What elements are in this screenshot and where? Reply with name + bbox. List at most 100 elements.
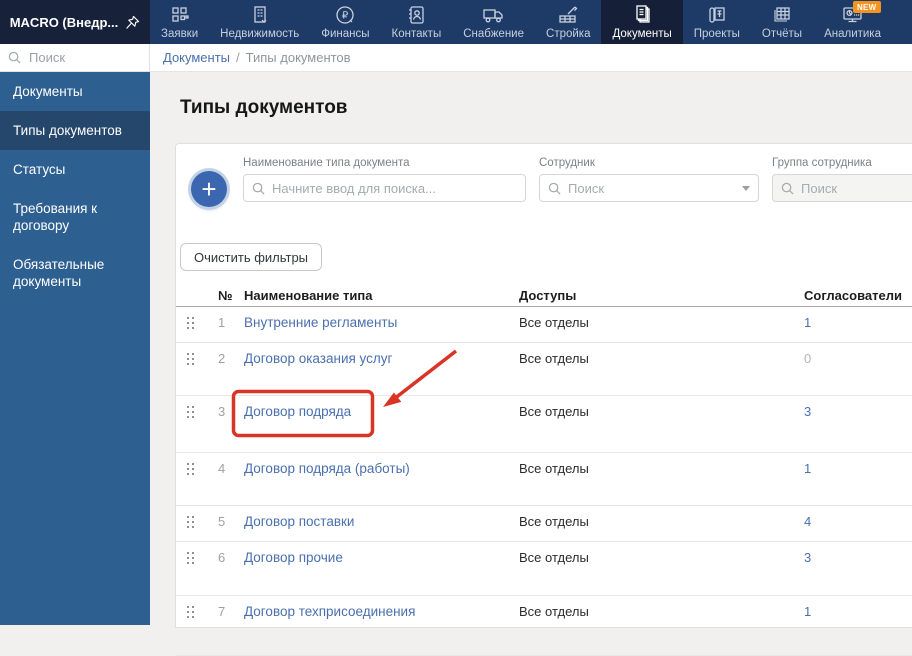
filter-name-inputbox xyxy=(243,174,526,202)
filter-employee-select xyxy=(539,174,759,202)
analytics-icon: NEW xyxy=(841,1,881,27)
approvers-count[interactable]: 1 xyxy=(804,315,912,330)
access-value: Все отделы xyxy=(519,461,589,476)
table-header: № Наименование типа Доступы Согласовател… xyxy=(176,284,912,307)
drag-handle-icon[interactable] xyxy=(184,604,218,623)
nav-item-proekty[interactable]: Проекты xyxy=(683,0,751,44)
blueprint-icon xyxy=(706,3,728,27)
search-icon xyxy=(548,182,561,195)
app-brand[interactable]: MACRO (Внедр... xyxy=(0,0,150,44)
nav-label: Финансы xyxy=(321,28,370,40)
drag-handle-icon[interactable] xyxy=(184,550,218,569)
content-card: + Наименование типа документа Сотрудник … xyxy=(175,143,912,656)
breadcrumb-separator: / xyxy=(236,50,240,65)
trowel-icon xyxy=(557,3,579,27)
main-nav: Заявки Недвижимость ₽ Финансы Контакты С… xyxy=(150,0,892,44)
sidebar-item-obyazatelnye[interactable]: Обязательные документы xyxy=(0,245,150,301)
sidebar-item-trebovaniya[interactable]: Требования к договору xyxy=(0,189,150,245)
new-badge: NEW xyxy=(852,1,881,13)
filter-bar: + Наименование типа документа Сотрудник … xyxy=(176,144,912,207)
table-row: 6 Договор прочие Все отделы 3 xyxy=(176,542,912,596)
row-number: 4 xyxy=(218,461,226,476)
sidebar-item-tipy-dokumentov[interactable]: Типы документов xyxy=(0,111,150,150)
type-name-link[interactable]: Договор подряда (работы) xyxy=(244,461,519,476)
approvers-count[interactable]: 0 xyxy=(804,351,912,366)
drag-handle-icon[interactable] xyxy=(184,514,218,533)
table-row: 7 Договор техприсоединения Все отделы 1 xyxy=(176,596,912,656)
access-value: Все отделы xyxy=(519,351,589,366)
nav-item-otchety[interactable]: Отчёты xyxy=(751,0,813,44)
row-number: 5 xyxy=(218,514,226,529)
nav-label: Недвижимость xyxy=(220,28,300,40)
table-row: 1 Внутренние регламенты Все отделы 1 xyxy=(176,307,912,343)
nav-label: Снабжение xyxy=(463,28,525,40)
nav-label: Аналитика xyxy=(824,28,881,40)
nav-label: Контакты xyxy=(391,28,442,40)
approvers-count[interactable]: 4 xyxy=(804,514,912,529)
filter-employee-input[interactable] xyxy=(568,180,735,196)
nav-item-zayavki[interactable]: Заявки xyxy=(150,0,209,44)
filter-group: Группа сотрудника xyxy=(772,157,912,202)
access-value: Все отделы xyxy=(519,404,589,419)
drag-handle-icon[interactable] xyxy=(184,461,218,480)
filter-employee: Сотрудник xyxy=(539,157,759,202)
type-name-link[interactable]: Договор подряда xyxy=(244,404,519,419)
access-value: Все отделы xyxy=(519,604,589,619)
clear-filters-button[interactable]: Очистить фильтры xyxy=(180,243,323,271)
type-name-link[interactable]: Договор поставки xyxy=(244,514,519,529)
approvers-count[interactable]: 3 xyxy=(804,550,912,565)
svg-text:₽: ₽ xyxy=(342,11,349,22)
table-row: 5 Договор поставки Все отделы 4 xyxy=(176,506,912,542)
search-icon xyxy=(781,182,794,195)
drag-handle-icon[interactable] xyxy=(184,351,218,370)
search-icon xyxy=(8,51,21,64)
nav-item-finansy[interactable]: ₽ Финансы xyxy=(310,0,380,44)
doc-types-table: № Наименование типа Доступы Согласовател… xyxy=(176,284,912,656)
type-name-link[interactable]: Внутренние регламенты xyxy=(244,315,519,330)
sidebar-item-dokumenty[interactable]: Документы xyxy=(0,72,150,111)
approvers-count[interactable]: 1 xyxy=(804,461,912,476)
nav-label: Документы xyxy=(612,28,672,40)
nav-item-stroyka[interactable]: Стройка xyxy=(535,0,601,44)
top-bar: MACRO (Внедр... Заявки Недвижимость ₽ Фи… xyxy=(0,0,912,44)
row-number: 3 xyxy=(218,404,226,419)
access-value: Все отделы xyxy=(519,514,589,529)
filter-group-input[interactable] xyxy=(801,180,912,196)
breadcrumb-link[interactable]: Документы xyxy=(163,50,230,65)
sidebar-search xyxy=(0,44,150,72)
nav-item-analitika[interactable]: NEW Аналитика xyxy=(813,0,892,44)
type-name-link[interactable]: Договор оказания услуг xyxy=(244,351,519,366)
nav-item-nedvizhimost[interactable]: Недвижимость xyxy=(209,0,310,44)
row-number: 6 xyxy=(218,550,226,565)
ruble-icon: ₽ xyxy=(334,3,356,27)
approvers-count[interactable]: 1 xyxy=(804,604,912,619)
main-content: Типы документов + Наименование типа доку… xyxy=(150,72,912,656)
breadcrumb-current: Типы документов xyxy=(245,50,351,65)
row-number: 1 xyxy=(218,315,226,330)
nav-item-kontakty[interactable]: Контакты xyxy=(381,0,453,44)
chevron-down-icon[interactable] xyxy=(742,185,750,191)
pin-icon[interactable] xyxy=(125,15,140,30)
nav-item-dokumenty[interactable]: Документы xyxy=(601,0,683,44)
filter-name-input[interactable] xyxy=(272,180,517,196)
approvers-count[interactable]: 3 xyxy=(804,404,912,419)
sidebar-search-input[interactable] xyxy=(29,50,141,65)
table-row: 4 Договор подряда (работы) Все отделы 1 xyxy=(176,453,912,506)
access-value: Все отделы xyxy=(519,315,589,330)
sidebar-item-statusy[interactable]: Статусы xyxy=(0,150,150,189)
drag-handle-icon[interactable] xyxy=(184,315,218,334)
add-button[interactable]: + xyxy=(191,171,227,207)
type-name-link[interactable]: Договор техприсоединения xyxy=(244,604,519,619)
filter-name: Наименование типа документа xyxy=(243,157,526,202)
drag-handle-icon[interactable] xyxy=(184,404,218,423)
col-access: Доступы xyxy=(519,287,577,303)
nav-item-snabzhenie[interactable]: Снабжение xyxy=(452,0,535,44)
building-icon xyxy=(249,3,271,27)
sidebar: Документы Типы документов Статусы Требов… xyxy=(0,72,150,625)
nav-label: Проекты xyxy=(693,28,740,40)
table-row: 2 Договор оказания услуг Все отделы 0 xyxy=(176,343,912,396)
nav-label: Стройка xyxy=(546,28,591,40)
type-name-link[interactable]: Договор прочие xyxy=(244,550,519,565)
grid-icon xyxy=(169,3,191,27)
app-title: MACRO (Внедр... xyxy=(9,14,119,30)
